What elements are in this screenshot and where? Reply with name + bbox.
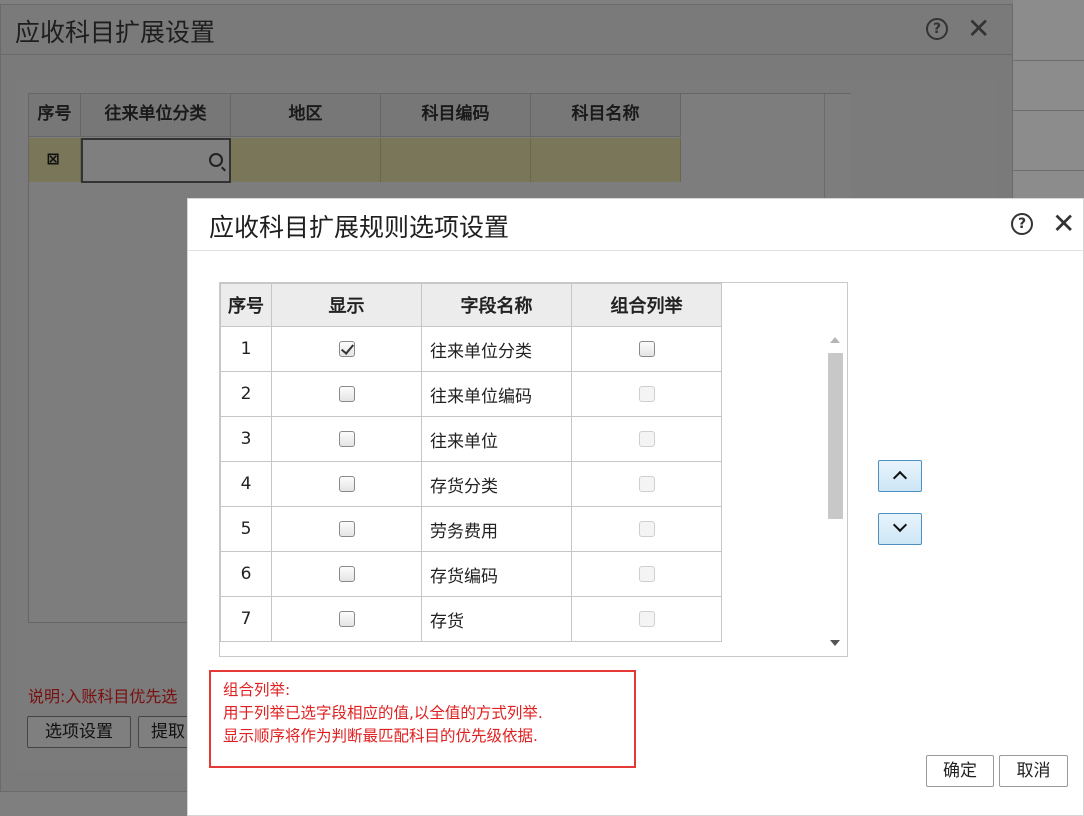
field-name: 存货编码 bbox=[421, 551, 572, 597]
combine-checkbox bbox=[638, 566, 655, 582]
table-row[interactable]: 5 劳务费用 bbox=[220, 506, 722, 552]
show-cell bbox=[271, 461, 422, 507]
chevron-down-icon bbox=[892, 517, 908, 533]
note-line: 显示顺序将作为判断最匹配科目的优先级依据. bbox=[223, 727, 538, 745]
combine-checkbox bbox=[638, 611, 655, 627]
field-name: 往来单位编码 bbox=[421, 371, 572, 417]
partner-category-input[interactable] bbox=[81, 138, 231, 183]
cancel-button[interactable]: 取消 bbox=[999, 755, 1068, 787]
close-icon[interactable]: ✕ bbox=[1052, 210, 1075, 238]
field-name: 存货 bbox=[421, 596, 572, 642]
show-cell bbox=[271, 551, 422, 597]
dialog-title-bar: 应收科目扩展规则选项设置 ? ✕ bbox=[188, 199, 1083, 251]
row-handle-icon[interactable]: ⊠ bbox=[43, 148, 63, 170]
combine-note-box: 组合列举: 用于列举已选字段相应的值,以全值的方式列举. 显示顺序将作为判断最匹… bbox=[209, 670, 636, 768]
note-line: 用于列举已选字段相应的值,以全值的方式列举. bbox=[223, 704, 543, 722]
combine-cell bbox=[571, 596, 722, 642]
grid-scrollbar[interactable] bbox=[823, 327, 847, 656]
table-row[interactable]: 6 存货编码 bbox=[220, 551, 722, 597]
field-options-table: 序号 显示 字段名称 组合列举 1 往来单位分类 2 往来单位编码 3 往来单位 4 存货分类… bbox=[220, 283, 722, 642]
grid-cell[interactable] bbox=[381, 138, 531, 182]
show-checkbox[interactable] bbox=[338, 341, 355, 357]
combine-cell bbox=[571, 551, 722, 597]
combine-checkbox bbox=[638, 386, 655, 402]
options-settings-button[interactable]: 选项设置 bbox=[27, 716, 131, 748]
dialog-title-bar: 应收科目扩展设置 ? ✕ bbox=[1, 5, 1012, 55]
note-title: 组合列举: bbox=[223, 681, 291, 699]
field-name: 存货分类 bbox=[421, 461, 572, 507]
combine-checkbox bbox=[638, 476, 655, 492]
combine-cell bbox=[571, 326, 722, 372]
show-checkbox[interactable] bbox=[338, 431, 355, 447]
show-cell bbox=[271, 506, 422, 552]
combine-cell bbox=[571, 371, 722, 417]
table-row[interactable]: 2 往来单位编码 bbox=[220, 371, 722, 417]
background-divider bbox=[1013, 170, 1084, 171]
show-cell bbox=[271, 416, 422, 462]
table-row[interactable]: 3 往来单位 bbox=[220, 416, 722, 462]
column-header[interactable]: 显示 bbox=[271, 283, 422, 327]
help-icon[interactable]: ? bbox=[926, 18, 948, 40]
table-row[interactable]: 7 存货 bbox=[220, 596, 722, 642]
rule-options-dialog: 应收科目扩展规则选项设置 ? ✕ 序号 显示 字段名称 组合列举 1 往来单位分类… bbox=[187, 198, 1084, 816]
chevron-up-icon bbox=[892, 470, 908, 486]
show-checkbox[interactable] bbox=[338, 566, 355, 582]
show-checkbox[interactable] bbox=[338, 611, 355, 627]
show-cell bbox=[271, 326, 422, 372]
combine-checkbox bbox=[638, 521, 655, 537]
table-row[interactable]: 4 存货分类 bbox=[220, 461, 722, 507]
combine-cell bbox=[571, 506, 722, 552]
show-cell bbox=[271, 371, 422, 417]
row-index: 5 bbox=[220, 506, 272, 552]
column-header[interactable]: 字段名称 bbox=[421, 283, 572, 327]
row-index: 6 bbox=[220, 551, 272, 597]
search-icon[interactable] bbox=[209, 153, 223, 167]
show-cell bbox=[271, 596, 422, 642]
field-name: 劳务费用 bbox=[421, 506, 572, 552]
row-handle-cell[interactable]: ⊠ bbox=[29, 138, 81, 182]
background-divider bbox=[1013, 110, 1084, 111]
close-icon[interactable]: ✕ bbox=[967, 15, 990, 43]
column-header: 序号 bbox=[29, 94, 81, 137]
show-checkbox[interactable] bbox=[338, 521, 355, 537]
column-header[interactable]: 组合列举 bbox=[571, 283, 722, 327]
scroll-thumb[interactable] bbox=[828, 353, 843, 519]
row-index: 4 bbox=[220, 461, 272, 507]
background-divider bbox=[1013, 60, 1084, 61]
ok-button[interactable]: 确定 bbox=[926, 755, 994, 787]
grid-cell[interactable] bbox=[531, 138, 681, 182]
dialog-title: 应收科目扩展规则选项设置 bbox=[209, 213, 510, 242]
combine-checkbox bbox=[638, 431, 655, 447]
table-row[interactable]: 1 往来单位分类 bbox=[220, 326, 722, 372]
row-index: 7 bbox=[220, 596, 272, 642]
show-checkbox[interactable] bbox=[338, 386, 355, 402]
column-header[interactable]: 科目名称 bbox=[531, 94, 681, 137]
scroll-up-icon[interactable] bbox=[830, 337, 840, 343]
field-name: 往来单位 bbox=[421, 416, 572, 462]
row-index: 3 bbox=[220, 416, 272, 462]
scroll-down-icon[interactable] bbox=[830, 640, 840, 646]
move-up-button[interactable] bbox=[878, 460, 922, 492]
field-options-rows: 1 往来单位分类 2 往来单位编码 3 往来单位 4 存货分类 5 劳务费用 6 存货编码 7 存货 bbox=[220, 326, 722, 642]
move-down-button[interactable] bbox=[878, 513, 922, 545]
row-index: 2 bbox=[220, 371, 272, 417]
dialog-title: 应收科目扩展设置 bbox=[15, 18, 216, 47]
priority-note: 说明:入账科目优先选 bbox=[28, 687, 178, 706]
field-name: 往来单位分类 bbox=[421, 326, 572, 372]
field-options-grid: 序号 显示 字段名称 组合列举 1 往来单位分类 2 往来单位编码 3 往来单位 4 存货分类… bbox=[219, 282, 848, 657]
row-index: 1 bbox=[220, 326, 272, 372]
column-header: 序号 bbox=[220, 283, 272, 327]
combine-checkbox[interactable] bbox=[638, 341, 655, 357]
grid-cell[interactable] bbox=[231, 138, 381, 182]
help-icon[interactable]: ? bbox=[1011, 213, 1033, 235]
column-header[interactable]: 科目编码 bbox=[381, 94, 531, 137]
combine-cell bbox=[571, 461, 722, 507]
column-header[interactable]: 往来单位分类 bbox=[81, 94, 231, 137]
show-checkbox[interactable] bbox=[338, 476, 355, 492]
combine-cell bbox=[571, 416, 722, 462]
column-header[interactable]: 地区 bbox=[231, 94, 381, 137]
